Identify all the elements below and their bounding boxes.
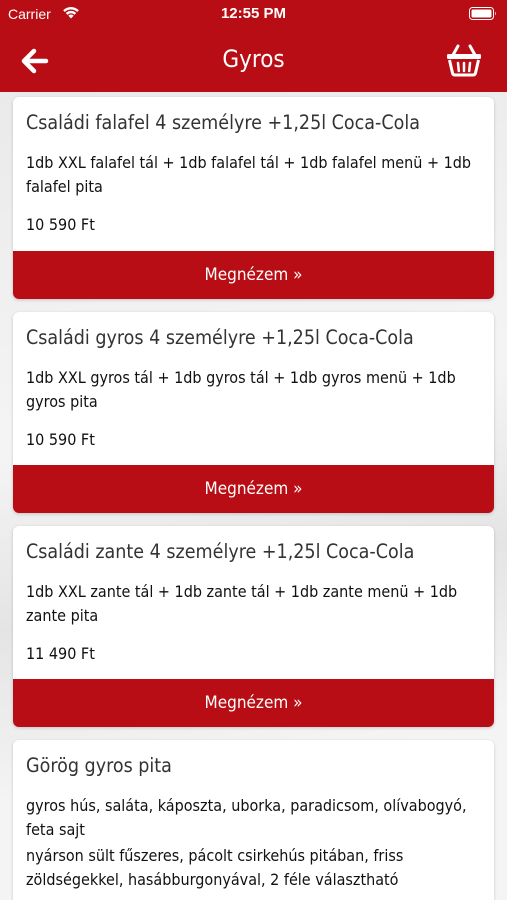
product-price: 10 590 Ft — [26, 215, 95, 234]
product-title: Családi gyros 4 személyre +1,25l Coca-Co… — [26, 326, 414, 349]
view-product-button[interactable]: Megnézem » — [13, 465, 494, 513]
status-bar: Carrier 12:55 PM — [0, 0, 507, 28]
product-title: Görög gyros pita — [26, 754, 172, 777]
view-product-button[interactable]: Megnézem » — [13, 251, 494, 299]
product-card: Családi zante 4 személyre +1,25l Coca-Co… — [13, 526, 494, 727]
basket-icon[interactable] — [445, 41, 483, 77]
app-header: Carrier 12:55 PM Gyros — [0, 0, 507, 92]
product-title: Családi falafel 4 személyre +1,25l Coca-… — [26, 111, 420, 134]
product-description: gyros hús, saláta, káposzta, uborka, par… — [26, 796, 467, 839]
product-title: Családi zante 4 személyre +1,25l Coca-Co… — [26, 540, 415, 563]
product-card: Családi falafel 4 személyre +1,25l Coca-… — [13, 97, 494, 299]
product-price: 10 590 Ft — [26, 430, 95, 449]
product-description: 1db XXL zante tál + 1db zante tál + 1db … — [26, 582, 458, 625]
status-time: 12:55 PM — [220, 5, 287, 22]
product-card: Családi gyros 4 személyre +1,25l Coca-Co… — [13, 312, 494, 513]
view-product-button[interactable]: Megnézem » — [13, 679, 494, 727]
product-description: 1db XXL falafel tál + 1db falafel tál + … — [26, 153, 472, 196]
nav-bar: Gyros — [0, 28, 507, 92]
product-price: 11 490 Ft — [26, 644, 95, 663]
product-list: Családi falafel 4 személyre +1,25l Coca-… — [0, 92, 507, 900]
product-card: Görög gyros pita gyros hús, saláta, kápo… — [13, 740, 494, 900]
product-description: 1db XXL gyros tál + 1db gyros tál + 1db … — [26, 368, 456, 411]
page-title: Gyros — [222, 45, 285, 73]
product-description-secondary: nyárson sült fűszeres, pácolt csirkehús … — [26, 846, 404, 889]
battery-icon — [469, 7, 496, 20]
